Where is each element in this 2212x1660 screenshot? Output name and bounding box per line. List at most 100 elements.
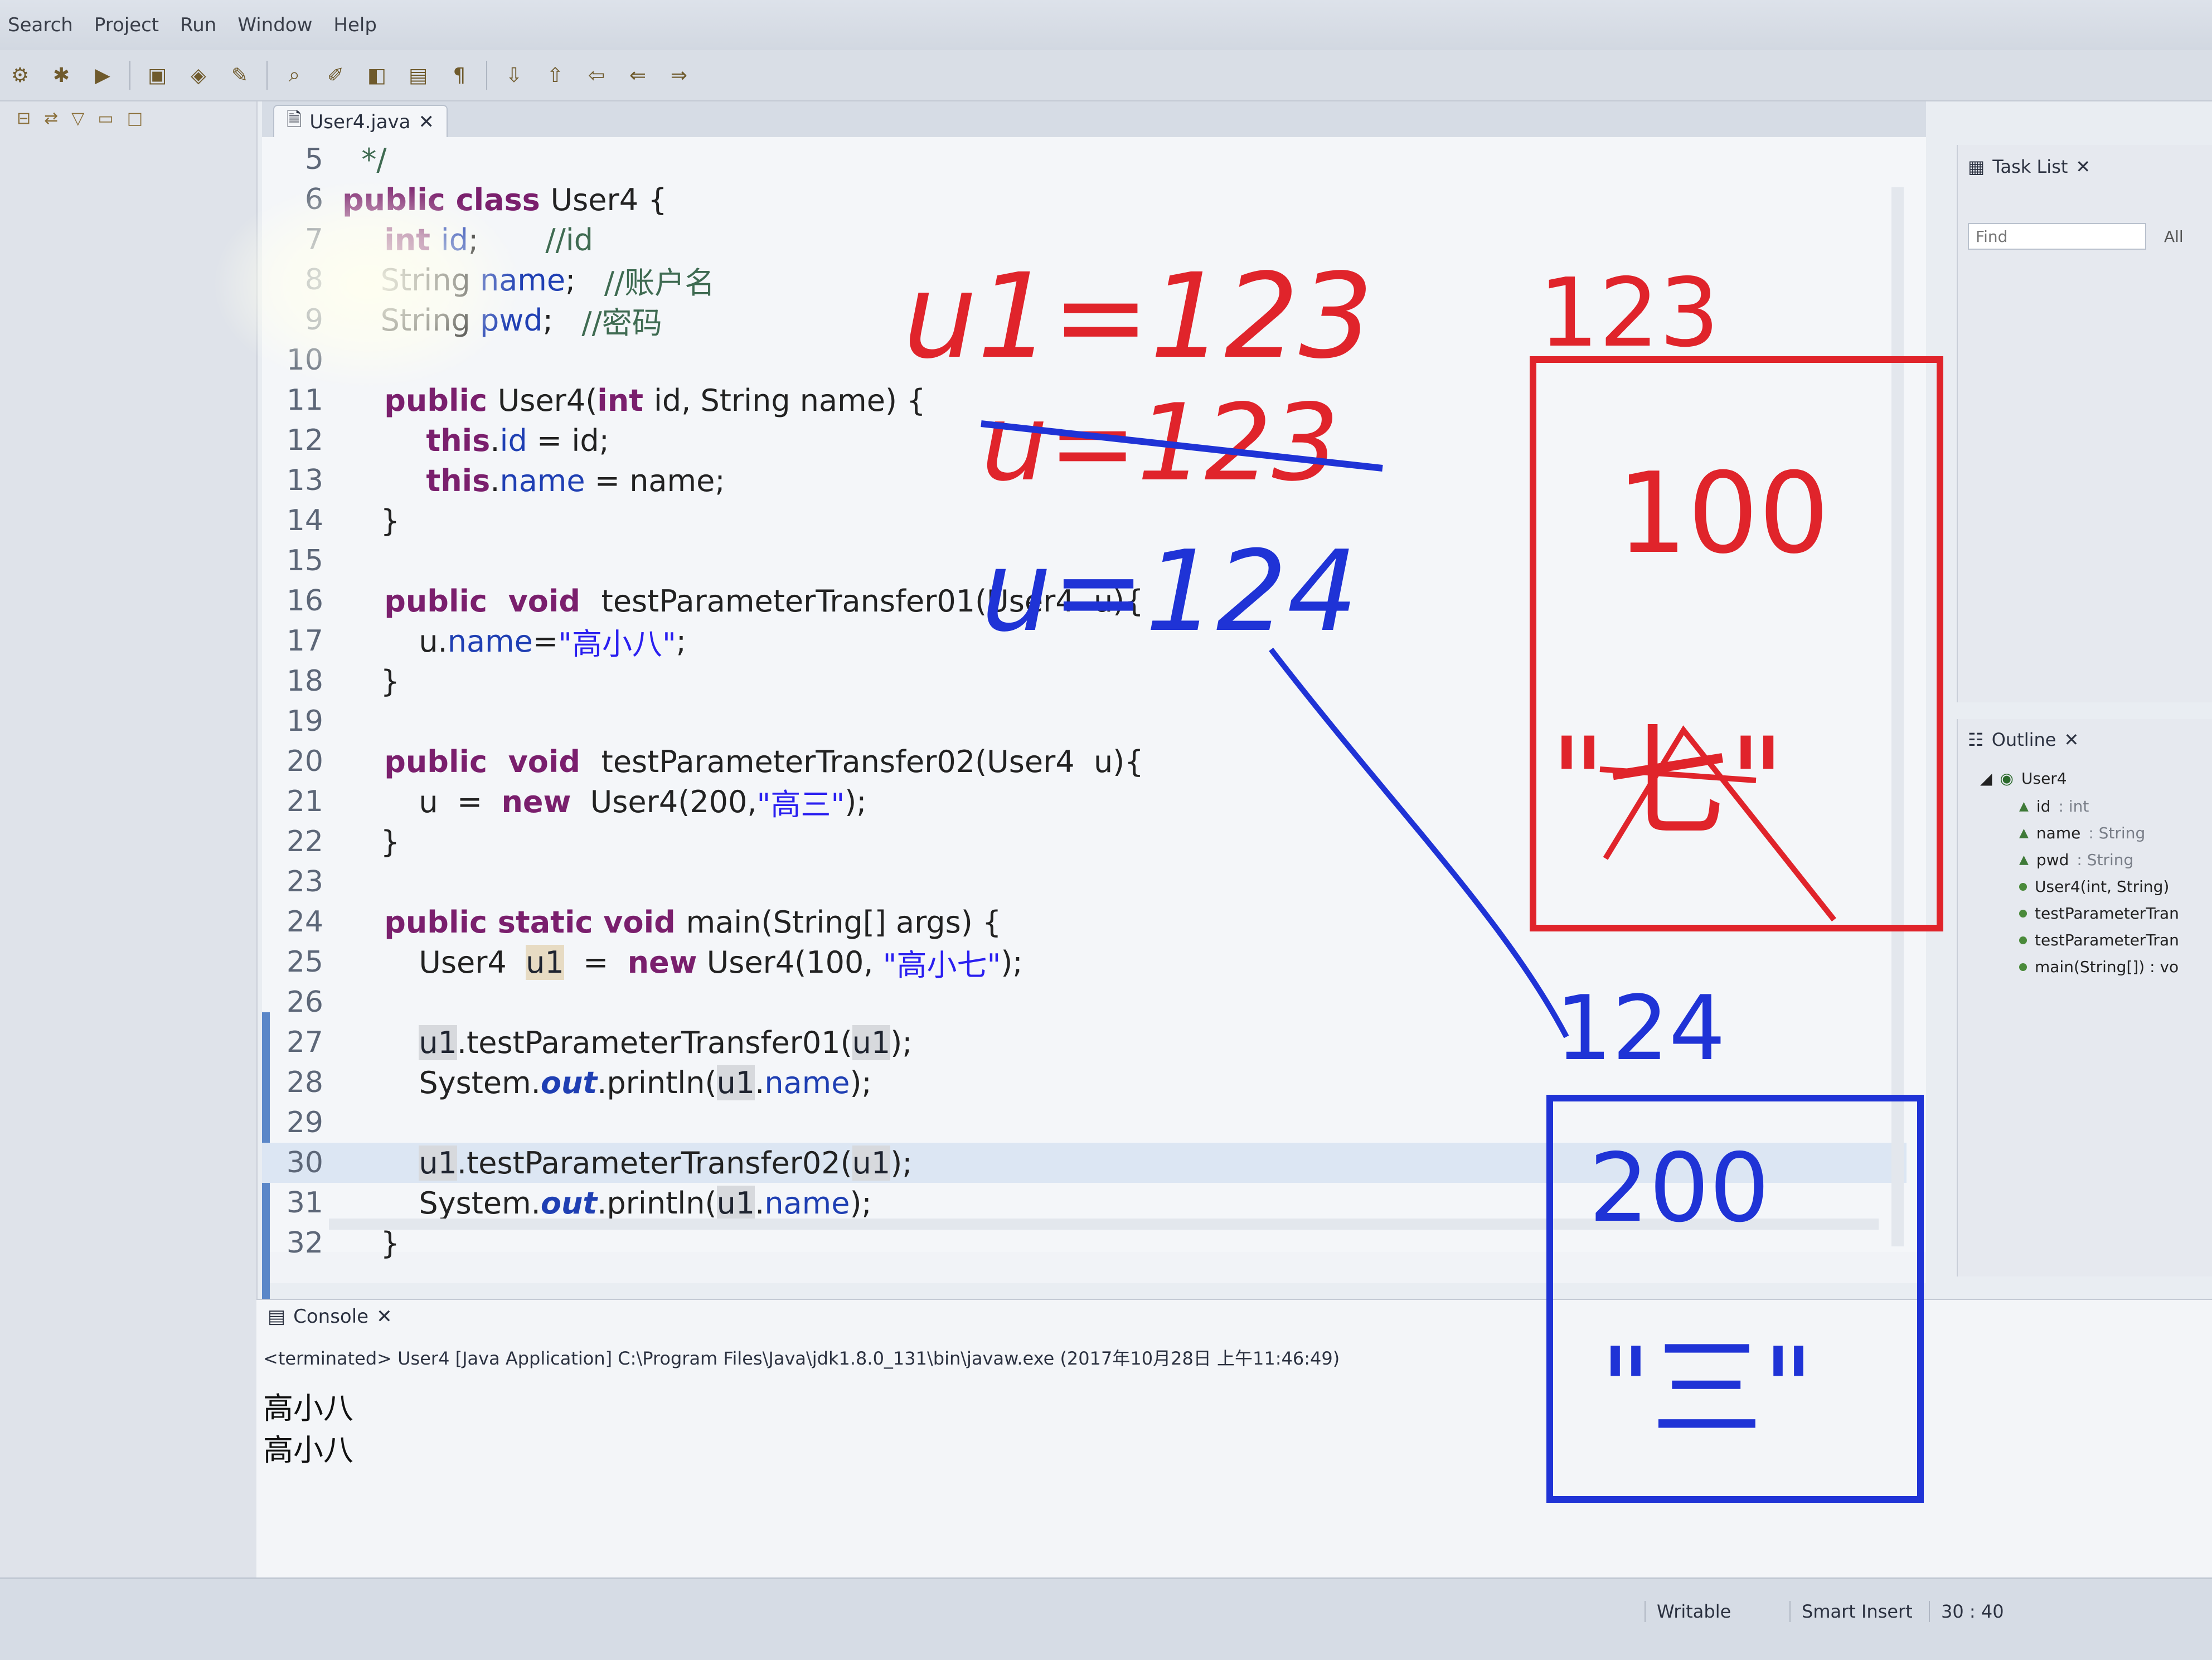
last-edit-icon[interactable]: ⇦ [582,61,611,90]
code-line[interactable]: 23 [262,862,1907,902]
line-number: 5 [304,143,323,176]
line-number: 27 [286,1026,323,1059]
edit-icon[interactable]: ✎ [225,61,254,90]
back-icon[interactable]: ⇐ [623,61,652,90]
task-all-link[interactable]: All [2164,227,2184,246]
code-line[interactable]: 19 [262,701,1907,741]
task-list-header[interactable]: ▦ Task List ✕ [1968,156,2090,177]
code-token: public void [342,583,601,619]
open-package-icon[interactable]: ▣ [143,61,172,90]
code-line[interactable]: 14 } [262,501,1907,541]
open-type-icon[interactable]: ◈ [184,61,213,90]
method-icon [2019,963,2027,971]
menu-search[interactable]: Search [8,14,73,36]
line-number: 16 [286,584,323,618]
code-token: . [490,463,500,498]
close-icon[interactable]: ✕ [2075,156,2090,177]
task-list-panel: ▦ Task List ✕ All [1957,145,2212,702]
outline-member[interactable]: main(String[]) : vo [2019,958,2186,976]
link-editor-icon[interactable]: ⇄ [44,109,58,128]
code-line[interactable]: 17 u. name = "高小八"; [262,621,1907,662]
code-line[interactable]: 16 public void testParameterTransfer01(U… [262,581,1907,621]
outline-header[interactable]: ☷ Outline ✕ [1968,729,2079,750]
package-explorer-toolbar: ⊟ ⇄ ▽ ▭ □ [0,101,256,135]
field-icon: ▲ [2019,826,2029,840]
maximize-icon[interactable]: □ [127,109,143,128]
view-menu-icon[interactable]: ▽ [71,109,84,128]
code-token: ; [565,262,604,298]
code-token: System. [342,1185,541,1221]
highlight-icon[interactable]: ✐ [321,61,350,90]
vertical-scrollbar[interactable] [1891,187,1904,1246]
menu-project[interactable]: Project [94,14,159,36]
code-line[interactable]: 27 u1 .testParameterTransfer01(u1); [262,1022,1907,1062]
code-line[interactable]: 25 User4 u1 = new User4(100, "高小七"); [262,942,1907,983]
close-icon[interactable]: ✕ [419,111,435,133]
outline-class[interactable]: ◢ ◉ User4 [1980,769,2067,788]
code-line[interactable]: 15 [262,541,1907,581]
outline-member[interactable]: testParameterTran [2019,931,2187,949]
code-token: . [755,1065,765,1100]
next-annotation-icon[interactable]: ⇩ [499,61,528,90]
code-line[interactable]: 20 public void testParameterTransfer02(U… [262,741,1907,782]
gear-icon[interactable]: ⚙ [6,61,35,90]
outline-member[interactable]: ▲ id: int [2019,797,2089,816]
code-token: ); [890,1025,913,1060]
code-line[interactable]: 30 u1 .testParameterTransfer02(u1); [262,1143,1907,1183]
code-token: id, String name) { [653,382,926,418]
code-token: u = [342,784,502,819]
close-icon[interactable]: ✕ [376,1305,392,1328]
task-find-input[interactable] [1968,223,2146,250]
line-number: 29 [286,1106,323,1139]
code-token: name [764,1065,850,1100]
toggle-mark-icon[interactable]: ◧ [362,61,391,90]
code-token: u1 [716,1065,755,1100]
code-line[interactable]: 26 [262,982,1907,1022]
show-whitespace-icon[interactable]: ¶ [445,61,474,90]
screen-glare [212,178,524,390]
line-number: 22 [286,825,323,858]
search-icon[interactable]: ⌕ [280,61,309,90]
outline-member[interactable]: ▲ pwd: String [2019,851,2133,869]
code-token: new [627,944,697,980]
code-line[interactable]: 5 */ [262,139,1907,179]
close-icon[interactable]: ✕ [2064,729,2079,750]
line-number: 24 [286,905,323,939]
outline-member[interactable]: User4(int, String) [2019,877,2177,896]
run-icon[interactable]: ▶ [88,61,117,90]
code-line[interactable]: 28 System. out .println(u1. name); [262,1062,1907,1103]
debug-icon[interactable]: ✱ [47,61,76,90]
field-icon: ▲ [2019,799,2029,813]
code-line[interactable]: 24 public static void main(String[] args… [262,902,1907,942]
code-line[interactable]: 12 this. id = id; [262,420,1907,460]
code-line[interactable]: 22 } [262,822,1907,862]
line-number: 14 [286,504,323,537]
code-token: .testParameterTransfer01( [457,1025,852,1060]
horizontal-scrollbar[interactable] [329,1219,1879,1230]
prev-annotation-icon[interactable]: ⇧ [541,61,570,90]
forward-icon[interactable]: ⇒ [664,61,693,90]
outline-member[interactable]: ▲ name: String [2019,824,2145,842]
menu-help[interactable]: Help [333,14,377,36]
code-token: . [755,1185,765,1221]
code-line[interactable]: 21 u = new User4(200, "高三"); [262,782,1907,822]
menu-window[interactable]: Window [237,14,312,36]
code-line[interactable]: 29 [262,1103,1907,1143]
code-line[interactable]: 31 System. out .println(u1. name); [262,1183,1907,1223]
code-token: out [540,1185,598,1221]
outline-member[interactable]: testParameterTran [2019,904,2187,923]
minimize-icon[interactable]: ▭ [98,109,113,128]
code-token: User4 [342,944,526,980]
line-number: 19 [286,705,323,738]
code-line[interactable]: 18 } [262,661,1907,701]
menu-run[interactable]: Run [180,14,216,36]
outline-icon: ☷ [1968,729,1984,750]
editor-tab-user4[interactable]: 🗎 User4.java ✕ [273,105,448,138]
code-line[interactable]: 13 this. name = name; [262,460,1907,501]
code-token: //账户名 [604,265,715,300]
block-selection-icon[interactable]: ▤ [404,61,433,90]
code-token: User4 { [550,182,667,217]
console-tab[interactable]: ▤ Console ✕ [268,1305,392,1328]
expand-icon[interactable]: ◢ [1980,769,1992,788]
collapse-all-icon[interactable]: ⊟ [17,109,31,128]
